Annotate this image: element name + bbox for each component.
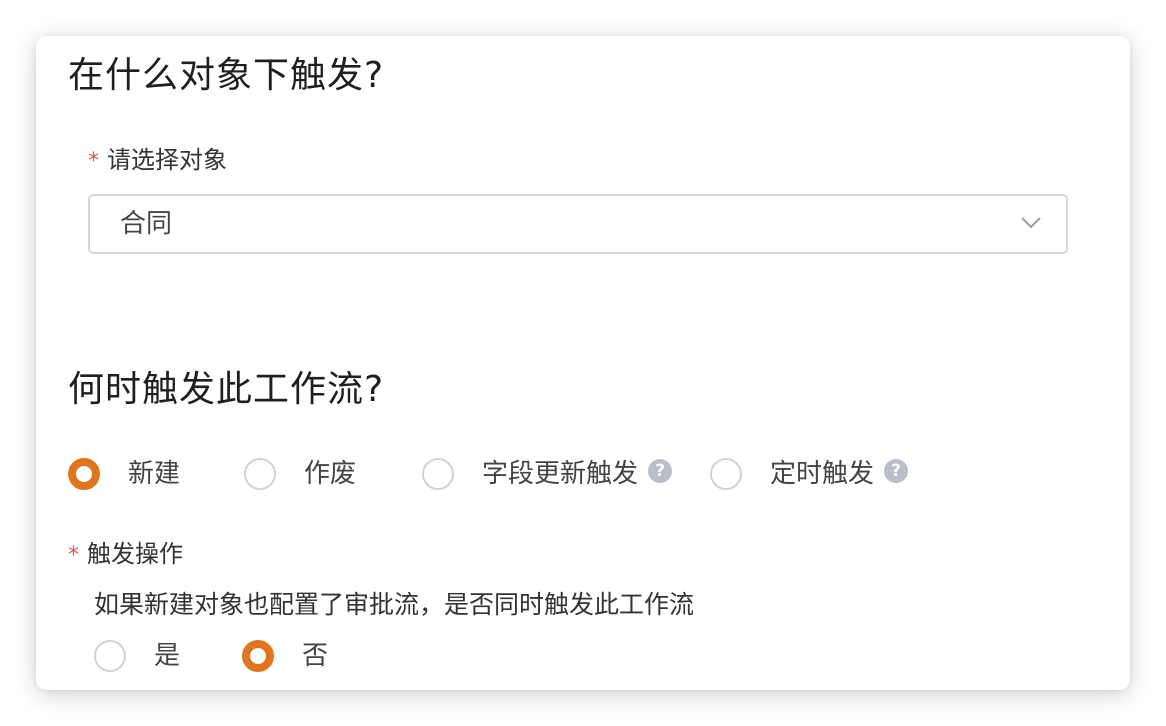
radio-button[interactable] bbox=[244, 458, 276, 490]
action-question-text: 如果新建对象也配置了审批流，是否同时触发此工作流 bbox=[94, 590, 695, 619]
required-mark: * bbox=[88, 149, 99, 174]
trigger-option-label: 作废 bbox=[304, 459, 357, 489]
trigger-option-new[interactable]: 新建 bbox=[68, 458, 180, 490]
trigger-option-void[interactable]: 作废 bbox=[244, 458, 356, 490]
action-field-label-text: 触发操作 bbox=[87, 540, 183, 568]
radio-button[interactable] bbox=[422, 458, 454, 490]
radio-button[interactable] bbox=[94, 640, 126, 672]
required-mark: * bbox=[68, 543, 79, 568]
object-select[interactable]: 合同 bbox=[88, 194, 1068, 254]
object-field-label: * 请选择对象 bbox=[88, 148, 227, 173]
action-option-label: 否 bbox=[302, 641, 329, 671]
radio-button[interactable] bbox=[68, 458, 100, 490]
question-circle-icon[interactable]: ? bbox=[884, 459, 909, 483]
object-select-value: 合同 bbox=[120, 209, 173, 239]
action-option-no[interactable]: 否 bbox=[242, 640, 328, 672]
trigger-option-label: 新建 bbox=[128, 459, 181, 489]
action-field-label: * 触发操作 bbox=[68, 542, 183, 567]
action-option-yes[interactable]: 是 bbox=[94, 640, 180, 672]
radio-button[interactable] bbox=[710, 458, 742, 490]
radio-button[interactable] bbox=[242, 640, 274, 672]
trigger-option-scheduled[interactable]: 定时触发 ? bbox=[710, 458, 909, 490]
object-field-label-text: 请选择对象 bbox=[107, 146, 227, 174]
question-circle-icon[interactable]: ? bbox=[648, 459, 673, 483]
action-option-label: 是 bbox=[154, 641, 181, 671]
trigger-option-label: 定时触发 bbox=[770, 459, 875, 489]
workflow-trigger-panel: 在什么对象下触发? * 请选择对象 合同 何时触发此工作流? 新建 作废 字段更新… bbox=[36, 36, 1130, 690]
section-title-when: 何时触发此工作流? bbox=[68, 369, 385, 410]
section-title-object: 在什么对象下触发? bbox=[68, 55, 385, 96]
trigger-option-label: 字段更新触发 bbox=[482, 459, 639, 489]
chevron-down-icon bbox=[1021, 217, 1041, 229]
trigger-option-field-update[interactable]: 字段更新触发 ? bbox=[422, 458, 673, 490]
